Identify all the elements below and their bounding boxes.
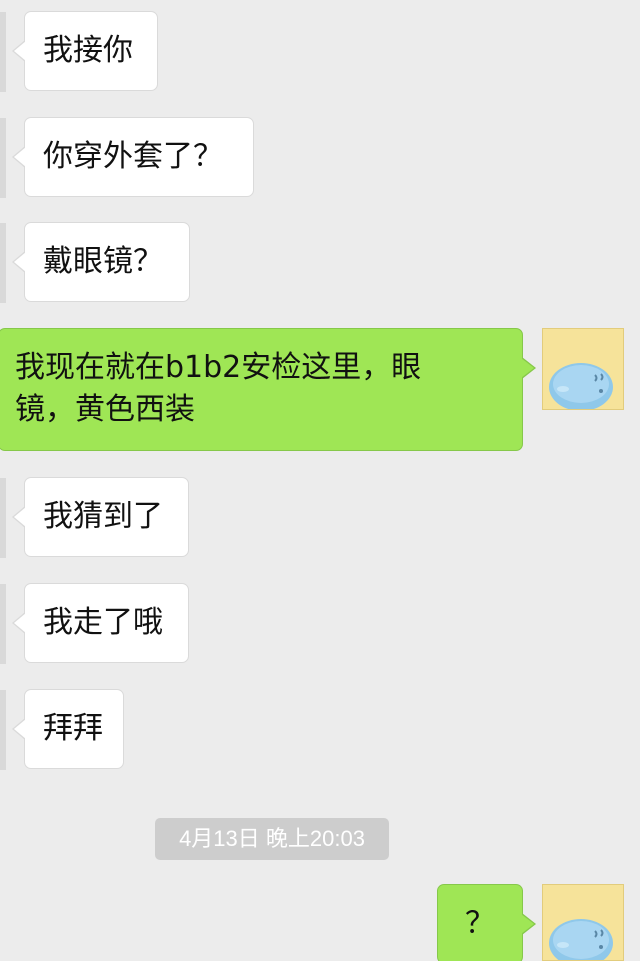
avatar[interactable]: [542, 328, 624, 410]
message-text: 戴眼镜？: [43, 244, 163, 279]
avatar-partial[interactable]: [0, 12, 6, 92]
avatar-partial[interactable]: [0, 118, 6, 198]
message-text: 我现在就在b1b2安检这里，眼镜，黄色西装: [15, 350, 422, 427]
blue-blob-character-icon: [543, 885, 623, 960]
avatar-partial[interactable]: [0, 478, 6, 558]
message-bubble-incoming[interactable]: 我接你: [12, 11, 158, 91]
message-text: 我走了哦: [43, 605, 163, 640]
message-bubble-incoming[interactable]: 你穿外套了？: [12, 117, 254, 197]
avatar-partial[interactable]: [0, 690, 6, 770]
blue-blob-character-icon: [543, 329, 623, 409]
message-text: 我接你: [43, 33, 133, 68]
message-text: 你穿外套了？: [43, 139, 223, 174]
avatar[interactable]: [542, 884, 624, 961]
message-text: 我猜到了: [43, 499, 163, 534]
message-text: 拜拜: [43, 711, 103, 746]
avatar-partial[interactable]: [0, 584, 6, 664]
message-bubble-incoming[interactable]: 戴眼镜？: [12, 222, 190, 302]
message-bubble-outgoing[interactable]: ？: [437, 884, 536, 961]
message-bubble-incoming[interactable]: 我走了哦: [12, 583, 189, 663]
message-bubble-incoming[interactable]: 拜拜: [12, 689, 124, 769]
message-bubble-outgoing[interactable]: 我现在就在b1b2安检这里，眼镜，黄色西装: [0, 328, 536, 451]
avatar-partial[interactable]: [0, 223, 6, 303]
timestamp-label: 4月13日 晚上20:03: [155, 818, 389, 860]
message-bubble-incoming[interactable]: 我猜到了: [12, 477, 189, 557]
chat-window: 我接你 你穿外套了？ 戴眼镜？ 我现在就在b1b2安检这里，眼镜，黄色西装 我猜…: [0, 0, 640, 961]
message-text: ？: [465, 906, 495, 941]
